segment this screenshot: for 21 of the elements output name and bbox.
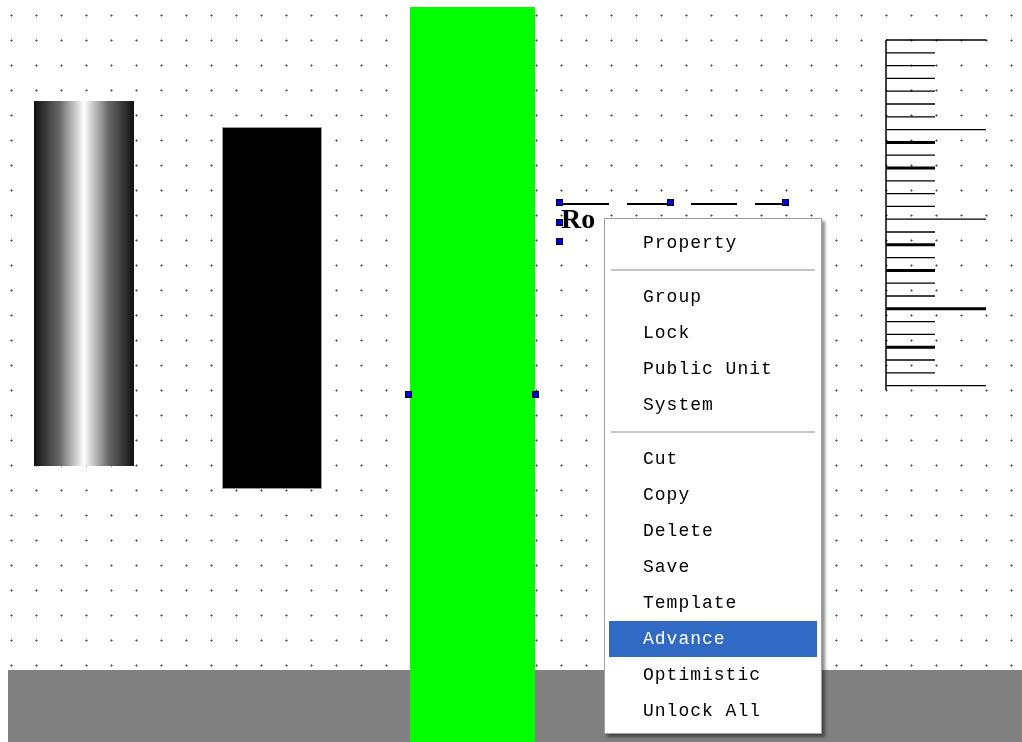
selection-handle[interactable] bbox=[556, 199, 563, 206]
selection-handle[interactable] bbox=[532, 391, 539, 398]
selection-handle[interactable] bbox=[556, 238, 563, 245]
selection-handle[interactable] bbox=[667, 199, 674, 206]
menu-item[interactable]: Lock bbox=[609, 315, 817, 351]
menu-item[interactable]: Property bbox=[609, 225, 817, 261]
menu-item[interactable]: Group bbox=[609, 279, 817, 315]
menu-item[interactable]: Optimistic bbox=[609, 657, 817, 693]
selection-handle[interactable] bbox=[556, 219, 563, 226]
menu-item[interactable]: Unlock All bbox=[609, 693, 817, 729]
menu-item[interactable]: Template bbox=[609, 585, 817, 621]
menu-item[interactable]: System bbox=[609, 387, 817, 423]
menu-item[interactable]: Cut bbox=[609, 441, 817, 477]
text-object[interactable]: Ro bbox=[561, 203, 596, 235]
menu-item[interactable]: Copy bbox=[609, 477, 817, 513]
selection-handle[interactable] bbox=[405, 391, 412, 398]
menu-item[interactable]: Advance bbox=[609, 621, 817, 657]
menu-item[interactable]: Save bbox=[609, 549, 817, 585]
selection-handle[interactable] bbox=[782, 199, 789, 206]
menu-item[interactable]: Public Unit bbox=[609, 351, 817, 387]
menu-item[interactable]: Delete bbox=[609, 513, 817, 549]
